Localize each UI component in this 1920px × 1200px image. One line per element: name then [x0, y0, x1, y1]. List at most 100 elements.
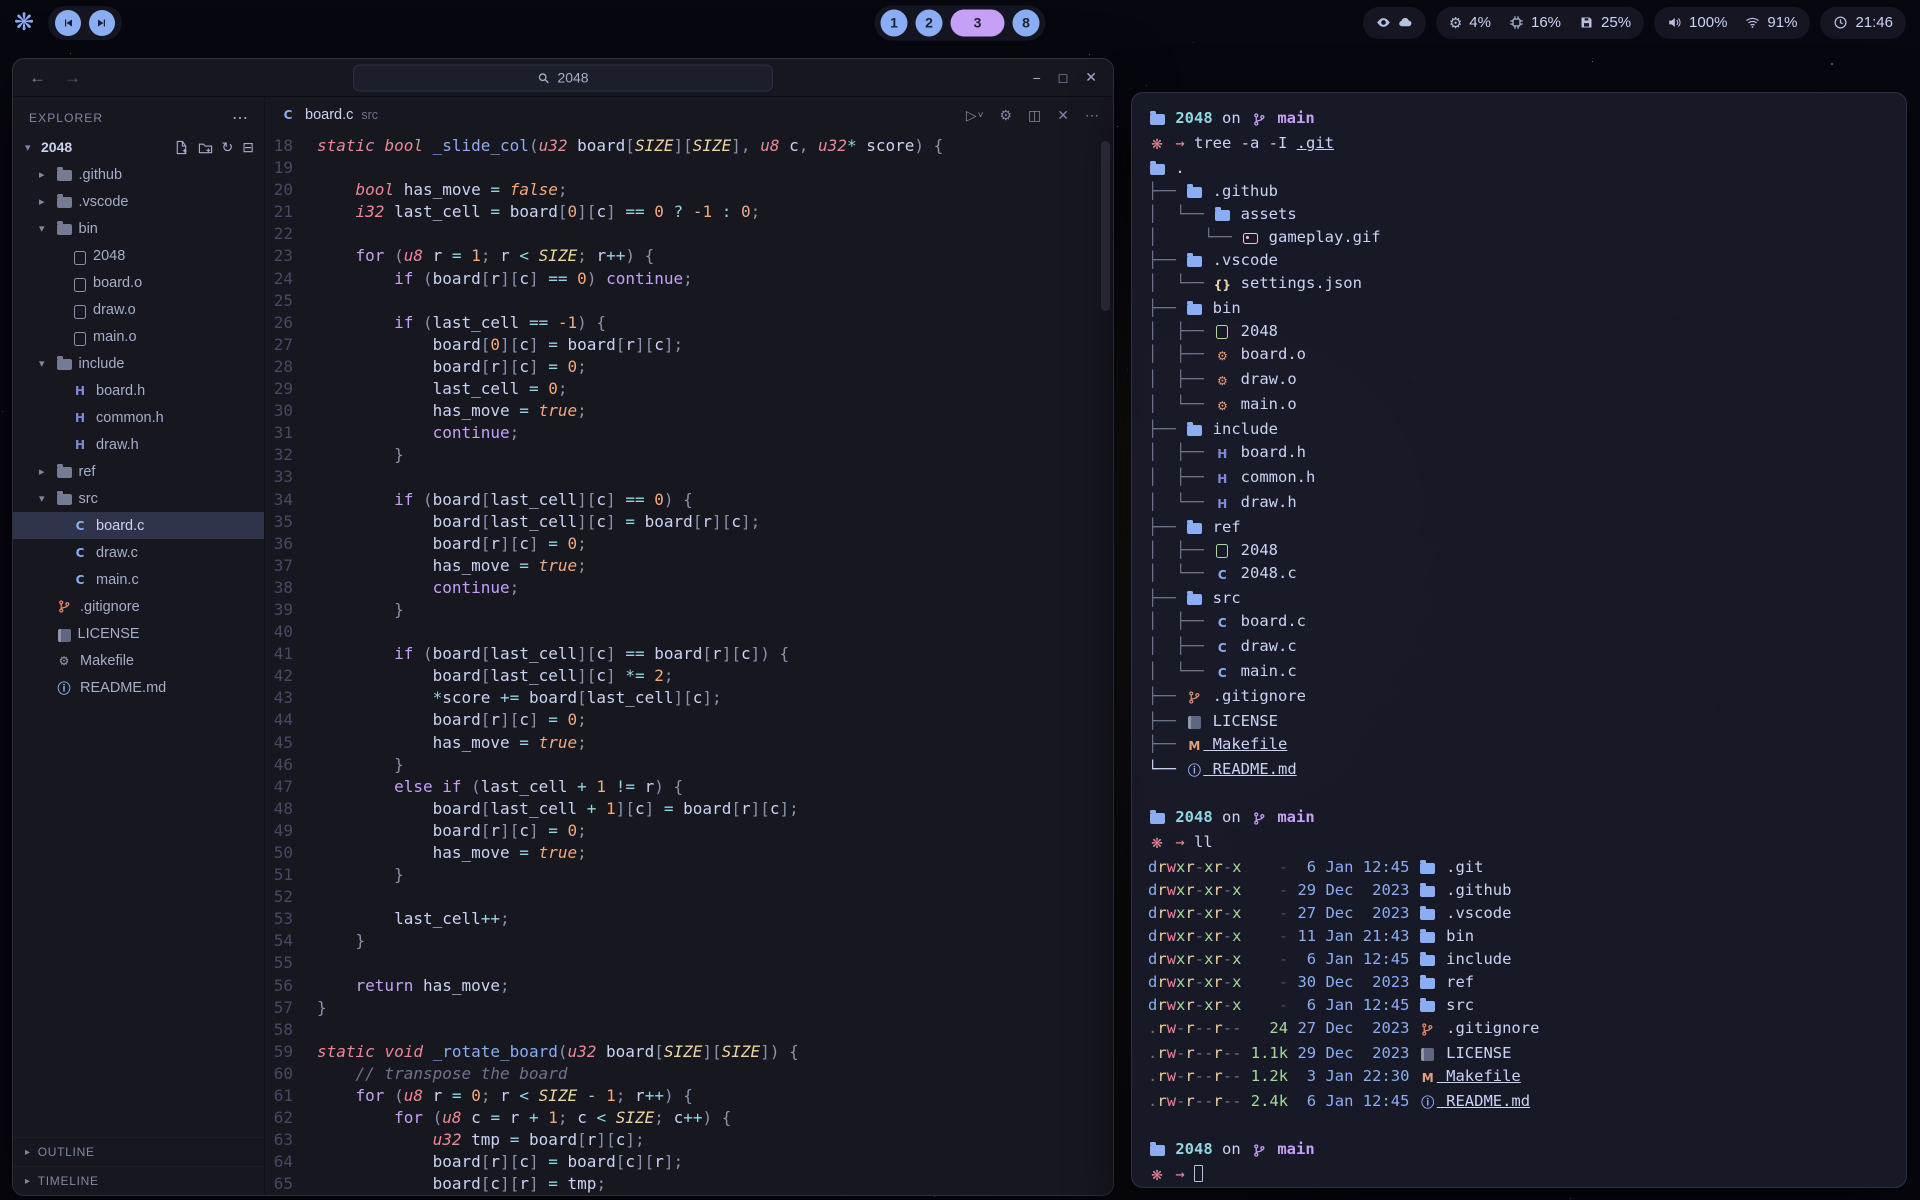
tree-item-include[interactable]: ▾include: [13, 350, 264, 377]
tree-item-src[interactable]: ▾src: [13, 485, 264, 512]
new-folder-icon[interactable]: [198, 140, 213, 155]
command-center-search[interactable]: 2048: [353, 64, 773, 91]
refresh-icon[interactable]: ↻: [222, 139, 234, 156]
scrollbar-thumb[interactable]: [1101, 141, 1110, 311]
tree-item-draw.o[interactable]: draw.o: [13, 296, 264, 323]
tree-item-ref[interactable]: ▸ ref: [13, 458, 264, 485]
tree-item-board.h[interactable]: Hboard.h: [13, 377, 264, 404]
tree-item-bin[interactable]: ▾bin: [13, 215, 264, 242]
code-line: 29 last_cell = 0;: [265, 378, 1113, 400]
code-line: 43 *score += board[last_cell][c];: [265, 687, 1113, 709]
tree-item-README.md[interactable]: ⓘREADME.md: [13, 674, 264, 701]
line-number: 57: [265, 997, 317, 1019]
tree-item-label: draw.h: [96, 437, 139, 453]
forward-arrow-button[interactable]: →: [64, 68, 81, 88]
tree-item-.github[interactable]: ▸.github: [13, 161, 264, 188]
line-number: 22: [265, 223, 317, 245]
tree-item-common.h[interactable]: Hcommon.h: [13, 404, 264, 431]
system-stats-widget[interactable]: ⚙ 4% 16% 25%: [1436, 7, 1644, 39]
code-line: 39 }: [265, 599, 1113, 621]
topbar-right: ⚙ 4% 16% 25% 100%: [1363, 7, 1906, 39]
cloud-icon: [1398, 15, 1413, 30]
workspace-1[interactable]: 1: [881, 9, 908, 36]
tree-item-label: board.c: [96, 518, 144, 534]
tree-item-main.o[interactable]: main.o: [13, 323, 264, 350]
tree-item-.vscode[interactable]: ▸.vscode: [13, 188, 264, 215]
permissions: drwxr-xr-x: [1148, 858, 1241, 876]
tree-item-LICENSE[interactable]: LICENSE: [13, 620, 264, 647]
terminal-line: drwxr-xr-x - 27 Dec 2023 .vscode: [1148, 902, 1898, 925]
topbar-left: ❋: [14, 6, 122, 40]
code-text: has_move = true;: [317, 842, 587, 864]
clock-time: 21:46: [1855, 14, 1893, 31]
editor-body: EXPLORER ⋯ ▾ 2048 ↻⊟ ▸.github▸.vscode▾bi…: [13, 97, 1113, 1195]
desktop: ❋ 1238 ⚙ 4%: [0, 0, 1920, 1200]
audio-network-widget[interactable]: 100% 91%: [1654, 7, 1810, 39]
clock-icon: [1833, 15, 1848, 30]
tree-item-label: main.c: [96, 572, 139, 588]
workspace-2[interactable]: 2: [916, 9, 943, 36]
tree-item-label: ref: [79, 464, 96, 480]
code-line: 38 continue;: [265, 577, 1113, 599]
collapse-all-icon[interactable]: ⊟: [242, 139, 254, 156]
tree-item-label: .github: [79, 167, 123, 183]
code-text: return has_move;: [317, 975, 510, 997]
media-controls: [48, 6, 122, 40]
close-button[interactable]: ✕: [1085, 69, 1097, 86]
back-arrow-button[interactable]: ←: [29, 68, 46, 88]
folder-icon: [1420, 1001, 1435, 1012]
tree-item-.gitignore[interactable]: .gitignore: [13, 593, 264, 620]
editor-tab-board-c[interactable]: C board.c src: [279, 107, 378, 123]
tree-item-Makefile[interactable]: ⚙Makefile: [13, 647, 264, 674]
weather-widget[interactable]: [1363, 7, 1426, 39]
code-editor[interactable]: 18static bool _slide_col(u32 board[SIZE]…: [265, 133, 1113, 1195]
system-logo-icon[interactable]: ❋: [14, 11, 34, 35]
new-file-icon[interactable]: [174, 140, 189, 155]
h-file-icon: H: [71, 384, 89, 398]
tree-item-board.c[interactable]: Cboard.c: [13, 512, 264, 539]
line-number: 29: [265, 378, 317, 400]
terminal-line: │ ├── H board.h: [1148, 441, 1898, 466]
tree-item-label: src: [79, 491, 98, 507]
tree-item-draw.h[interactable]: Hdraw.h: [13, 431, 264, 458]
explorer-root-row[interactable]: ▾ 2048 ↻⊟: [13, 133, 264, 161]
code-line: 27 board[0][c] = board[r][c];: [265, 334, 1113, 356]
tree-item-2048[interactable]: 2048: [13, 242, 264, 269]
code-line: 26 if (last_cell == -1) {: [265, 312, 1113, 334]
cpu-icon: ⚙: [1449, 14, 1462, 32]
code-text: board[last_cell + 1][c] = board[r][c];: [317, 798, 799, 820]
maximize-button[interactable]: □: [1059, 69, 1067, 86]
code-text: board[r][c] = 0;: [317, 356, 587, 378]
explorer-more-icon[interactable]: ⋯: [232, 108, 248, 128]
code-line: 30 has_move = true;: [265, 400, 1113, 422]
split-icon[interactable]: ◫: [1028, 107, 1041, 124]
workspace-8[interactable]: 8: [1013, 9, 1040, 36]
tree-item-draw.c[interactable]: Cdraw.c: [13, 539, 264, 566]
workspace-3[interactable]: 3: [951, 9, 1005, 36]
book-icon: [1188, 716, 1201, 729]
tree-item-label: board.h: [96, 383, 145, 399]
chevron-right-icon: ▸: [39, 465, 55, 478]
line-number: 44: [265, 709, 317, 731]
code-line: 46 }: [265, 754, 1113, 776]
line-number: 30: [265, 400, 317, 422]
folder-icon: [1187, 187, 1202, 198]
code-line: 42 board[last_cell][c] *= 2;: [265, 665, 1113, 687]
git-icon: [1185, 687, 1203, 710]
code-line: 23 for (u8 r = 1; r < SIZE; r++) {: [265, 245, 1113, 267]
more-icon[interactable]: ⋯: [1085, 107, 1099, 124]
tree-item-main.c[interactable]: Cmain.c: [13, 566, 264, 593]
close-icon[interactable]: ✕: [1057, 107, 1069, 124]
gear-icon[interactable]: ⚙: [999, 107, 1012, 124]
terminal-window[interactable]: 2048 on main❋ → tree -a -I .git .├── .gi…: [1131, 92, 1907, 1188]
clock-widget[interactable]: 21:46: [1820, 7, 1906, 39]
panel-outline[interactable]: ▸OUTLINE: [13, 1137, 264, 1166]
media-next-button[interactable]: [89, 10, 115, 36]
vscode-window[interactable]: ← → 2048 − □ ✕ EXPLORER ⋯ ▾ 204: [12, 58, 1114, 1196]
panel-timeline[interactable]: ▸TIMELINE: [13, 1166, 264, 1195]
media-prev-button[interactable]: [55, 10, 81, 36]
terminal-line: drwxr-xr-x - 6 Jan 12:45 .git: [1148, 856, 1898, 879]
minimize-button[interactable]: −: [1033, 69, 1041, 86]
run-icon[interactable]: ▷˅: [966, 107, 984, 124]
tree-item-board.o[interactable]: board.o: [13, 269, 264, 296]
